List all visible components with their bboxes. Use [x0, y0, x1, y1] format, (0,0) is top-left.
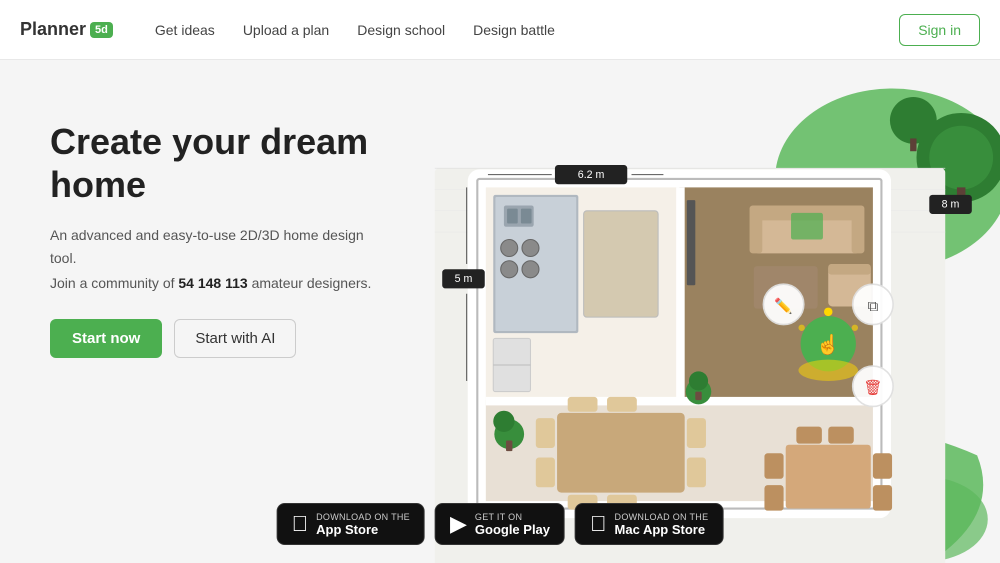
app-store-badge[interactable]:  Download on the App Store: [277, 503, 425, 545]
house-svg: 6.2 m 8 m 5 m 2.5 m ☝: [360, 60, 1000, 563]
nav-get-ideas[interactable]: Get ideas: [143, 16, 227, 44]
start-with-ai-button[interactable]: Start with AI: [174, 319, 296, 358]
nav-links: Get ideas Upload a plan Design school De…: [143, 16, 899, 44]
svg-text:⧉: ⧉: [868, 299, 879, 315]
hero-section: Create your dream home An advanced and e…: [0, 60, 1000, 563]
logo-badge: 5d: [90, 22, 113, 38]
google-play-badge[interactable]: ▶ GET IT ON Google Play: [435, 503, 565, 545]
community-prefix: Join a community of: [50, 275, 178, 291]
app-badges:  Download on the App Store ▶ GET IT ON …: [277, 503, 724, 545]
mac-store-small: Download on the: [615, 512, 709, 522]
hero-title: Create your dream home: [50, 120, 380, 206]
logo-text: Planner: [20, 19, 86, 40]
start-now-button[interactable]: Start now: [50, 319, 162, 358]
hero-description: An advanced and easy-to-use 2D/3D home d…: [50, 224, 380, 269]
app-store-small: Download on the: [316, 512, 410, 522]
svg-text:☝: ☝: [816, 333, 840, 356]
svg-text:5 m: 5 m: [455, 273, 473, 285]
nav-upload-plan[interactable]: Upload a plan: [231, 16, 341, 44]
hero-community: Join a community of 54 148 113 amateur d…: [50, 275, 380, 291]
community-suffix: amateur designers.: [248, 275, 372, 291]
hero-buttons: Start now Start with AI: [50, 319, 380, 358]
apple-icon: : [292, 511, 309, 537]
google-play-small: GET IT ON: [475, 512, 550, 522]
google-play-text: GET IT ON Google Play: [475, 512, 550, 537]
logo[interactable]: Planner 5d: [20, 19, 113, 40]
app-store-big: App Store: [316, 522, 410, 537]
google-play-big: Google Play: [475, 522, 550, 537]
svg-text:🗑: 🗑: [863, 380, 882, 397]
hero-right: 6.2 m 8 m 5 m 2.5 m ☝: [420, 60, 1000, 563]
app-store-text: Download on the App Store: [316, 512, 410, 537]
nav-design-battle[interactable]: Design battle: [461, 16, 567, 44]
signin-button[interactable]: Sign in: [899, 14, 980, 46]
mac-apple-icon: : [590, 511, 607, 537]
google-play-icon: ▶: [450, 511, 467, 537]
navbar: Planner 5d Get ideas Upload a plan Desig…: [0, 0, 1000, 60]
mac-app-store-text: Download on the Mac App Store: [615, 512, 709, 537]
house-illustration: 6.2 m 8 m 5 m 2.5 m ☝: [360, 60, 1000, 563]
svg-text:6.2 m: 6.2 m: [578, 169, 605, 181]
svg-text:✏️: ✏️: [774, 297, 793, 315]
nav-design-school[interactable]: Design school: [345, 16, 457, 44]
mac-app-store-badge[interactable]:  Download on the Mac App Store: [575, 503, 723, 545]
mac-store-big: Mac App Store: [615, 522, 709, 537]
hero-left: Create your dream home An advanced and e…: [0, 60, 420, 563]
community-count: 54 148 113: [178, 275, 247, 291]
svg-text:8 m: 8 m: [942, 199, 960, 211]
